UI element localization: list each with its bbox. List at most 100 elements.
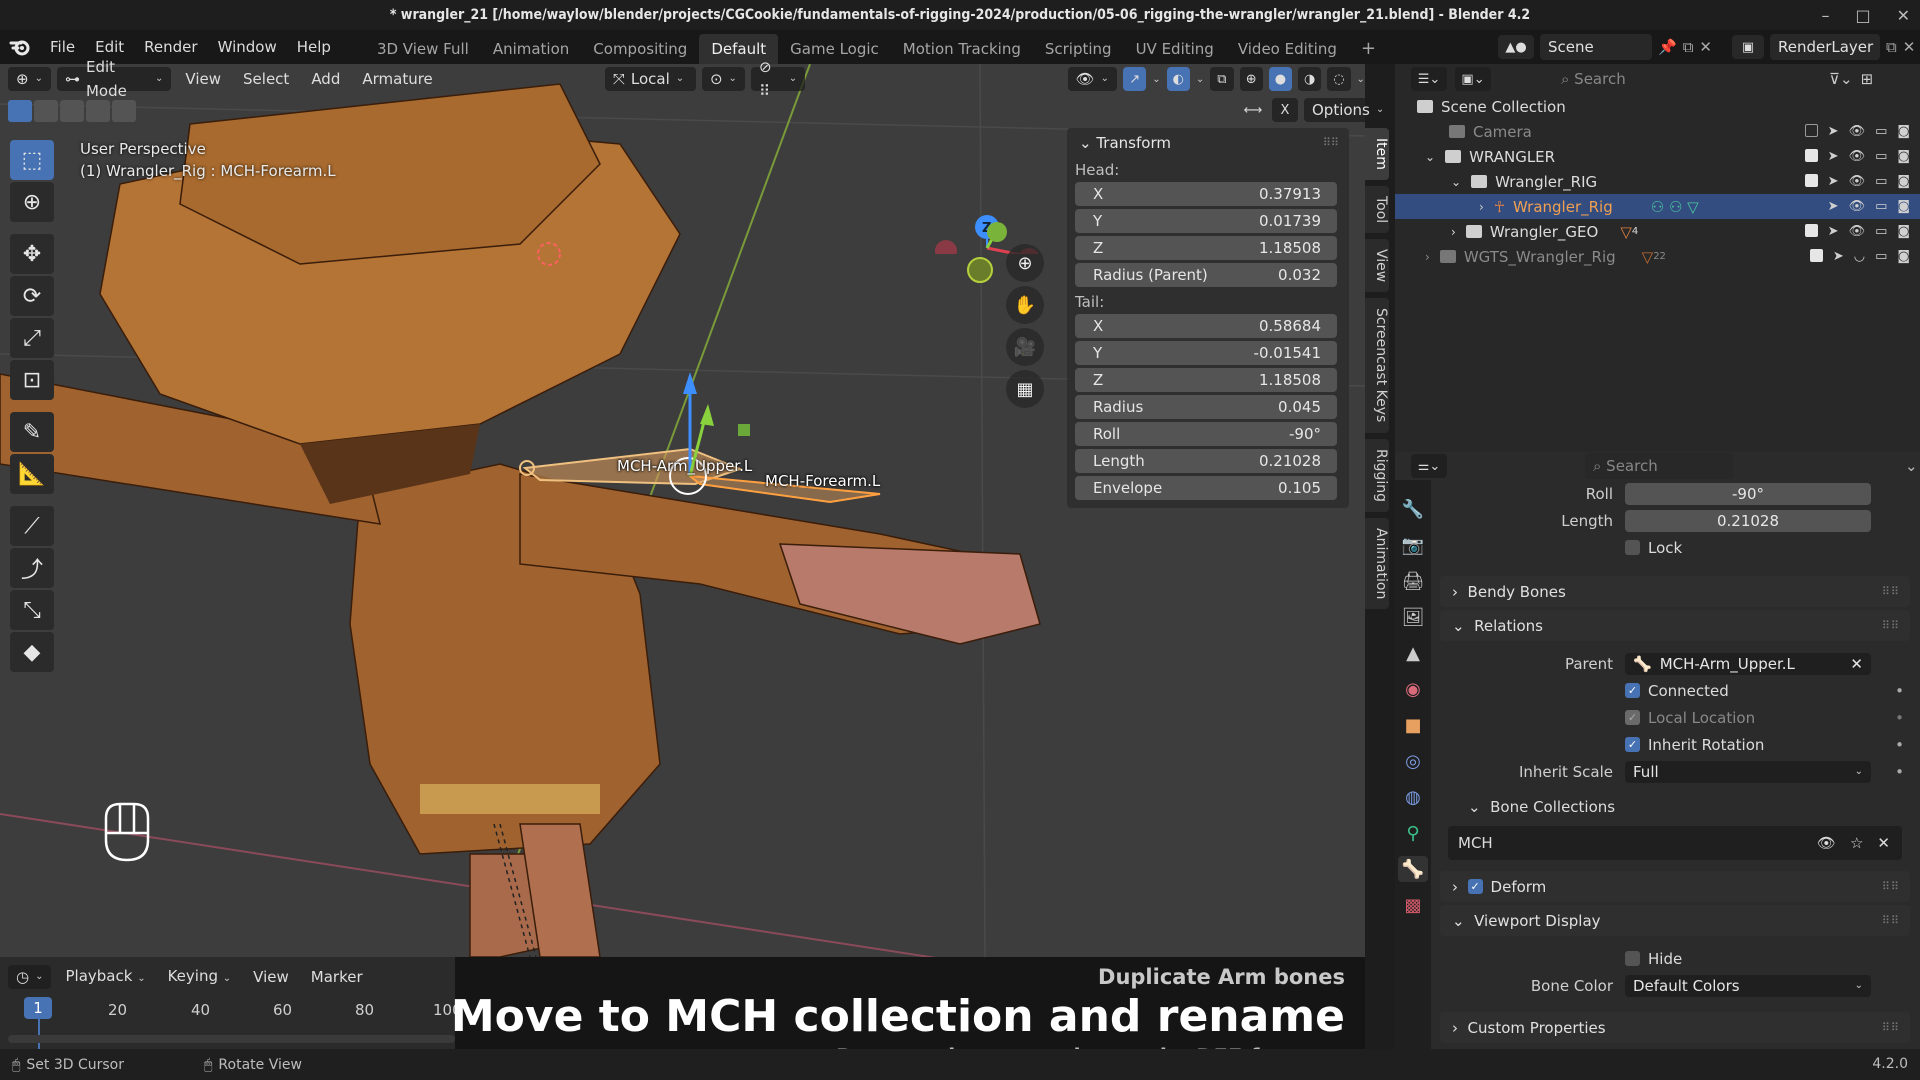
bone-envelope-tool-icon[interactable]: ◆: [10, 632, 54, 672]
length-field[interactable]: Length 0.21028: [1075, 449, 1337, 473]
select-extend-icon[interactable]: [34, 100, 58, 122]
sidebar-tab-item[interactable]: Item: [1365, 128, 1389, 180]
shading-solid-icon[interactable]: ●: [1268, 67, 1293, 91]
xray-toggle-icon[interactable]: ⧉: [1210, 67, 1234, 91]
cursor-tool-icon[interactable]: ⊕: [10, 182, 54, 222]
rotate-tool-icon[interactable]: ⟳: [10, 276, 54, 316]
tab-motion-tracking[interactable]: Motion Tracking: [891, 34, 1033, 64]
menu-armature[interactable]: Armature: [354, 67, 440, 91]
blender-logo-icon[interactable]: [0, 30, 40, 64]
sidebar-tab-animation[interactable]: Animation: [1365, 517, 1389, 610]
close-button[interactable]: ✕: [1897, 6, 1910, 25]
menu-help[interactable]: Help: [287, 30, 341, 64]
zoom-view-icon[interactable]: ⊕: [1006, 244, 1044, 282]
current-frame-indicator[interactable]: 1: [24, 997, 52, 1019]
bone-collections-header[interactable]: ⌄ Bone Collections: [1440, 793, 1910, 820]
scale-tool-icon[interactable]: ⤢: [10, 318, 54, 358]
annotate-tool-icon[interactable]: ✎: [10, 412, 54, 452]
outliner-row-wrangler-rig[interactable]: › ☥ Wrangler_Rig ⚇ ⚇ ▽ ➤ 👁 ▭ ◙: [1395, 194, 1920, 219]
armature-data-icon[interactable]: ⚲: [1398, 820, 1428, 846]
scene-properties-icon[interactable]: ▲: [1398, 640, 1428, 666]
envelope-field[interactable]: Envelope 0.105: [1075, 476, 1337, 500]
add-workspace-button[interactable]: +: [1349, 34, 1388, 64]
modifier-properties-icon[interactable]: ◎: [1398, 748, 1428, 774]
mode-selector[interactable]: ⊶ Edit Mode ⌄: [56, 58, 172, 100]
object-properties-icon[interactable]: ■: [1398, 712, 1428, 738]
properties-search-input[interactable]: ⌕ Search: [1585, 453, 1733, 479]
exclude-checkbox[interactable]: [1809, 249, 1823, 262]
menu-keying[interactable]: Keying ⌄: [160, 964, 240, 991]
output-properties-icon[interactable]: 🖨: [1398, 568, 1428, 594]
tab-game-logic[interactable]: Game Logic: [778, 34, 891, 64]
timeline[interactable]: 20 40 60 80 100: [0, 997, 462, 1049]
shading-options-dropdown[interactable]: ⌄: [1357, 74, 1365, 85]
connected-checkbox[interactable]: ✓: [1625, 683, 1640, 698]
transform-tool-icon[interactable]: ⊡: [10, 360, 54, 400]
shading-material-icon[interactable]: ◑: [1298, 67, 1322, 91]
view-layer-icon[interactable]: ▣: [1731, 35, 1764, 59]
delete-view-layer-icon[interactable]: ✕: [1903, 38, 1916, 56]
bone-collection-item[interactable]: MCH 👁 ☆ ✕: [1448, 826, 1902, 860]
menu-select[interactable]: Select: [235, 67, 297, 91]
tool-properties-icon[interactable]: 🔧: [1398, 496, 1428, 522]
menu-timeline-view[interactable]: View: [245, 965, 297, 989]
selectability-visibility-button[interactable]: 👁 ⌄: [1067, 67, 1118, 91]
outliner-row-scene-collection[interactable]: Scene Collection: [1395, 94, 1920, 119]
outliner-row-camera[interactable]: Camera ➤ 👁 ▭ ◙: [1395, 119, 1920, 144]
render-properties-icon[interactable]: 📷: [1398, 532, 1428, 558]
roll-field[interactable]: -90°: [1625, 482, 1871, 505]
shading-rendered-icon[interactable]: ◌: [1327, 67, 1351, 91]
gizmo-toggle-icon[interactable]: ↗: [1123, 67, 1147, 91]
clear-parent-icon[interactable]: ✕: [1850, 655, 1863, 673]
relations-panel-header[interactable]: ⌄ Relations ⠿⠿: [1440, 610, 1910, 641]
sidebar-tab-screencast-keys[interactable]: Screencast Keys: [1365, 298, 1389, 433]
head-z-field[interactable]: Z 1.18508: [1075, 236, 1337, 260]
lock-checkbox[interactable]: [1625, 540, 1640, 555]
navigation-gizmo[interactable]: Z X: [920, 144, 1060, 254]
inherit-scale-dropdown[interactable]: Full ⌄: [1625, 760, 1871, 783]
minimize-button[interactable]: –: [1821, 6, 1829, 25]
menu-playback[interactable]: Playback ⌄: [57, 964, 153, 991]
pan-view-icon[interactable]: ✋: [1006, 286, 1044, 324]
properties-options-icon[interactable]: ⌄: [1905, 457, 1918, 475]
timeline-editor-type-icon[interactable]: ◷ ⌄: [8, 965, 52, 989]
custom-properties-panel-header[interactable]: › Custom Properties ⠿⠿: [1440, 1012, 1910, 1043]
new-scene-icon[interactable]: ⧉: [1683, 38, 1694, 56]
display-mode-icon[interactable]: ▣⌄: [1455, 67, 1491, 91]
exclude-checkbox[interactable]: [1804, 224, 1818, 237]
tab-compositing[interactable]: Compositing: [581, 34, 699, 64]
exclude-checkbox[interactable]: [1804, 124, 1818, 137]
ortho-toggle-icon[interactable]: ▦: [1006, 370, 1044, 408]
view-layer-field[interactable]: RenderLayer: [1769, 34, 1880, 60]
collection-visibility-icon[interactable]: 👁: [1817, 834, 1836, 852]
texture-properties-icon[interactable]: ▩: [1398, 892, 1428, 918]
sidebar-tab-view[interactable]: View: [1365, 239, 1389, 293]
scene-icon[interactable]: ▲●: [1498, 35, 1534, 59]
bone-properties-icon[interactable]: 🦴: [1398, 856, 1428, 882]
radius-field[interactable]: Radius 0.045: [1075, 395, 1337, 419]
tab-uv-editing[interactable]: UV Editing: [1124, 34, 1226, 64]
hide-checkbox[interactable]: [1625, 951, 1640, 966]
pin-icon[interactable]: 📌: [1658, 38, 1677, 56]
measure-tool-icon[interactable]: 📐: [10, 454, 54, 494]
select-intersect-icon[interactable]: [112, 100, 136, 122]
local-location-checkbox[interactable]: ✓: [1625, 710, 1640, 725]
snap-toggle[interactable]: ⊘ ⠿ ⌄: [750, 58, 806, 100]
editor-type-button[interactable]: ⊕ ⌄: [8, 67, 51, 91]
remove-from-collection-icon[interactable]: ✕: [1877, 834, 1890, 852]
mirror-x-toggle[interactable]: X: [1272, 98, 1298, 122]
scene-name-field[interactable]: Scene: [1540, 34, 1652, 60]
outliner-row-wrangler-geo[interactable]: › Wrangler_GEO ▽ 4 ➤ 👁 ▭ ◙: [1395, 219, 1920, 244]
properties-editor-type-icon[interactable]: ⚌⌄: [1411, 454, 1447, 478]
outliner-editor-type-icon[interactable]: ☰⌄: [1411, 67, 1447, 91]
extrude-tool-icon[interactable]: ⤴: [10, 548, 54, 588]
transform-orientation-selector[interactable]: ⤧ Local ⌄: [604, 67, 696, 91]
shading-wireframe-icon[interactable]: ⊕: [1239, 67, 1263, 91]
new-view-layer-icon[interactable]: ⧉: [1886, 38, 1897, 56]
tab-video-editing[interactable]: Video Editing: [1226, 34, 1349, 64]
bone-color-dropdown[interactable]: Default Colors ⌄: [1625, 974, 1871, 997]
sidebar-tab-tool[interactable]: Tool: [1365, 185, 1389, 234]
pivot-point-selector[interactable]: ⊙ ⌄: [701, 67, 745, 91]
tail-x-field[interactable]: X 0.58684: [1075, 314, 1337, 338]
constraint-properties-icon[interactable]: ◍: [1398, 784, 1428, 810]
